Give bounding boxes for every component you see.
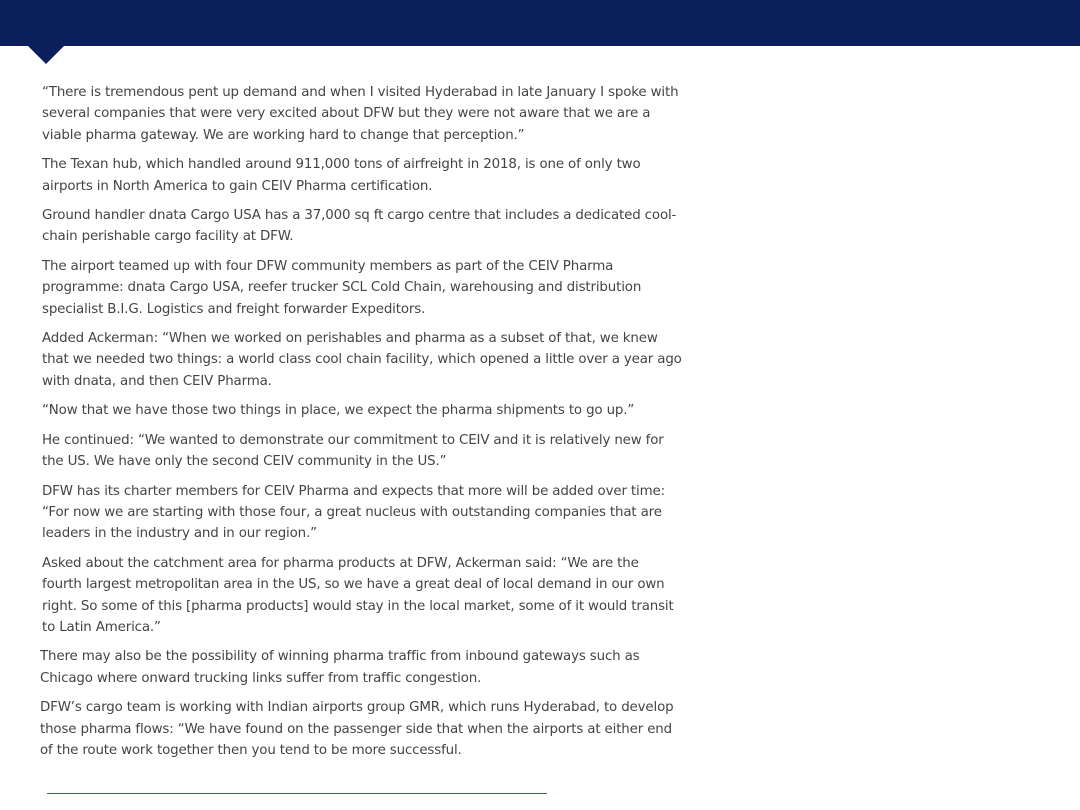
header-bar — [0, 0, 1080, 46]
article-paragraph: DFW has its charter members for CEIV Pha… — [42, 483, 665, 542]
article-paragraph: “There is tremendous pent up demand and … — [42, 85, 679, 143]
article-paragraph: “Now that we have those two things in pl… — [42, 403, 635, 419]
footer-divider-line — [47, 793, 547, 794]
article-paragraph: There may also be the possibility of win… — [40, 649, 640, 686]
article-paragraph: The airport teamed up with four DFW comm… — [42, 258, 642, 317]
page: “There is tremendous pent up demand and … — [0, 0, 1080, 810]
article-paragraph: Ground handler dnata Cargo USA has a 37,… — [42, 208, 677, 245]
article-paragraph: Asked about the catchment area for pharm… — [42, 555, 674, 635]
article-paragraph: DFW’s cargo team is working with Indian … — [40, 700, 674, 758]
article-paragraph: He continued: “We wanted to demonstrate … — [42, 432, 664, 470]
article-paragraph: Added Ackerman: “When we worked on peris… — [42, 331, 682, 389]
header-notch-pointer — [28, 46, 64, 64]
article-paragraph: The Texan hub, which handled around 911,… — [42, 157, 641, 194]
article-body: “There is tremendous pent up demand and … — [40, 82, 682, 769]
